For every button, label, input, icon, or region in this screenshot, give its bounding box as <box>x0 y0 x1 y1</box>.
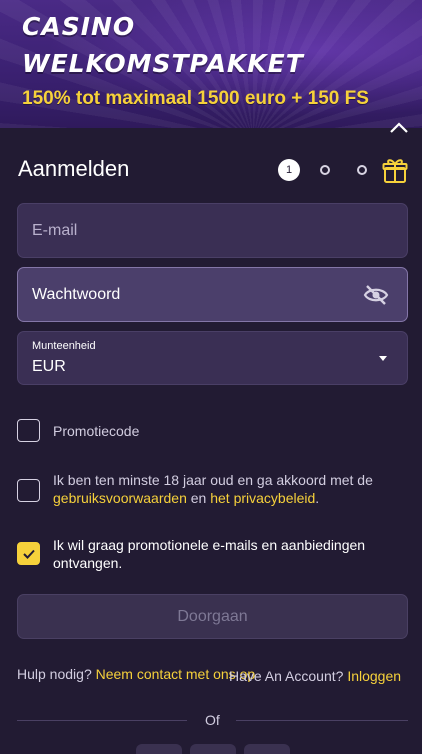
have-account-text: Have An Account? <box>229 668 344 684</box>
gift-icon <box>382 159 408 183</box>
terms-label: Ik ben ten minste 18 jaar oud en ga akko… <box>53 471 393 507</box>
banner-title-line2: WELKOMSTPAKKET <box>22 49 304 78</box>
help-text: Hulp nodig? <box>17 666 92 682</box>
collapse-button[interactable] <box>386 118 412 138</box>
password-placeholder: Wachtwoord <box>32 286 121 303</box>
terms-text-middle: en <box>190 490 207 506</box>
chevron-down-icon <box>379 356 387 361</box>
currency-value: EUR <box>32 358 66 375</box>
social-login-button[interactable] <box>190 744 236 754</box>
marketing-checkbox[interactable] <box>17 542 40 565</box>
currency-label: Munteenheid <box>32 340 96 352</box>
terms-text-after: . <box>315 490 320 506</box>
step-3-dot <box>357 165 367 175</box>
currency-select[interactable]: Munteenheid EUR <box>17 331 408 385</box>
banner-title-line1: CASINO <box>22 12 136 41</box>
terms-checkbox[interactable] <box>17 479 40 502</box>
divider-right <box>236 720 408 721</box>
social-login-button[interactable] <box>136 744 182 754</box>
page-title: Aanmelden <box>18 156 130 181</box>
chevron-up-icon <box>390 122 408 133</box>
step-2-dot <box>320 165 330 175</box>
promo-label: Promotiecode <box>53 423 140 439</box>
social-login-button[interactable] <box>244 744 290 754</box>
or-separator: Of <box>205 712 220 728</box>
email-placeholder: E-mail <box>32 222 78 239</box>
terms-text-before: Ik ben ten minste 18 jaar oud en ga akko… <box>53 472 373 488</box>
help-line: Hulp nodig? Neem contact met ons op <box>17 666 255 682</box>
divider-left <box>17 720 187 721</box>
marketing-label: Ik wil graag promotionele e-mails en aan… <box>53 537 366 571</box>
step-1-active: 1 <box>278 159 300 181</box>
login-line: Have An Account? Inloggen <box>229 668 401 684</box>
password-field[interactable]: Wachtwoord <box>17 267 408 322</box>
banner-subtitle: 150% tot maximaal 1500 euro + 150 FS <box>22 88 369 109</box>
continue-button[interactable]: Doorgaan <box>17 594 408 639</box>
eye-off-icon[interactable] <box>363 283 389 307</box>
checkmark-icon <box>22 549 35 559</box>
promo-checkbox[interactable] <box>17 419 40 442</box>
email-field[interactable]: E-mail <box>17 203 408 258</box>
terms-of-use-link[interactable]: gebruiksvoorwaarden <box>53 490 187 506</box>
privacy-policy-link[interactable]: het privacybeleid <box>210 490 315 506</box>
login-link[interactable]: Inloggen <box>347 668 401 684</box>
step-indicator: 1 <box>278 156 408 184</box>
promo-banner: CASINO WELKOMSTPAKKET 150% tot maximaal … <box>0 0 422 128</box>
